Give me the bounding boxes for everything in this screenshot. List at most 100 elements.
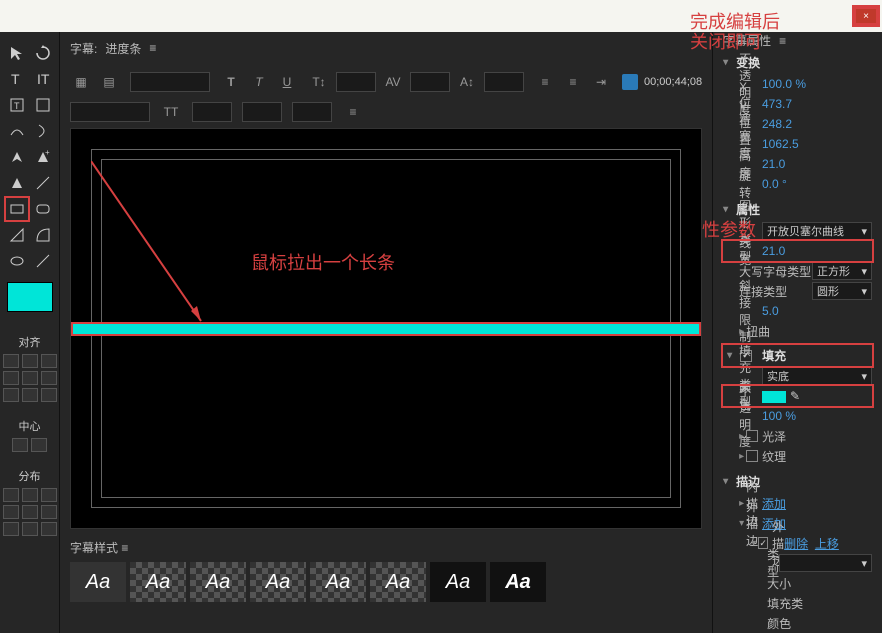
dist-btn[interactable] [22, 488, 38, 502]
rotate-tool[interactable] [32, 42, 54, 64]
align-left-btn[interactable]: ≡ [534, 71, 556, 93]
stroke-delete[interactable]: 删除 [784, 537, 808, 551]
add-anchor-tool[interactable]: + [32, 146, 54, 168]
style-thumb[interactable]: Aa [250, 562, 306, 602]
canvas-hint-text: 鼠标拉出一个长条 [251, 249, 395, 275]
style-thumb[interactable]: Aa [430, 562, 486, 602]
style-thumb[interactable]: Aa [490, 562, 546, 602]
drawn-rectangle-object[interactable] [71, 322, 701, 336]
path-text-tool[interactable] [6, 120, 28, 142]
distort-label[interactable]: 扭曲 [746, 323, 872, 340]
align-btn[interactable] [22, 354, 38, 368]
vertical-area-text-tool[interactable] [32, 94, 54, 116]
opacity-value[interactable]: 100.0 % [762, 77, 872, 91]
rotation-value[interactable]: 0.0 ° [762, 177, 872, 191]
x-pos-value[interactable]: 473.7 [762, 97, 872, 111]
styles-section: 字幕样式 ≡ Aa Aa Aa Aa Aa Aa Aa Aa [60, 533, 712, 633]
align-btn[interactable] [3, 354, 19, 368]
toolbox: T IT T + [0, 32, 60, 633]
area-text-tool[interactable]: T [6, 94, 28, 116]
close-button[interactable]: × [854, 7, 878, 25]
ellipse-tool[interactable] [6, 250, 28, 272]
font-style-select[interactable] [70, 102, 150, 122]
panel-menu-icon[interactable]: ≡ [779, 34, 786, 48]
wedge-tool[interactable] [6, 224, 28, 246]
align-btn[interactable] [22, 388, 38, 402]
tab-btn[interactable]: ⇥ [590, 71, 612, 93]
convert-anchor-tool[interactable] [32, 172, 54, 194]
dist-btn[interactable] [22, 522, 38, 536]
stroke-filltype-label: 填充类 [767, 595, 872, 612]
center-btn[interactable] [12, 438, 28, 452]
style-thumb[interactable]: Aa [130, 562, 186, 602]
vertical-text-tool[interactable]: IT [32, 68, 54, 90]
graphic-type-select[interactable]: 开放贝塞尔曲线▾ [762, 222, 872, 240]
line-width-value[interactable]: 21.0 [762, 244, 872, 258]
align-btn[interactable] [41, 354, 57, 368]
canvas[interactable]: 鼠标拉出一个长条 [70, 128, 702, 529]
align-btn[interactable] [41, 388, 57, 402]
dist-btn[interactable] [3, 522, 19, 536]
line-tool[interactable] [32, 250, 54, 272]
underline-btn[interactable]: U [276, 71, 298, 93]
dist-btn[interactable] [41, 505, 57, 519]
height-value[interactable]: 21.0 [762, 157, 872, 171]
italic-btn[interactable]: T [248, 71, 270, 93]
kerning-input[interactable] [410, 72, 450, 92]
caps-select[interactable]: 正方形▾ [812, 262, 872, 280]
delete-anchor-tool[interactable] [6, 172, 28, 194]
dist-btn[interactable] [41, 488, 57, 502]
width-value[interactable]: 1062.5 [762, 137, 872, 151]
style-thumb[interactable]: Aa [370, 562, 426, 602]
font-size-input[interactable] [336, 72, 376, 92]
fill-opacity-value[interactable]: 100 % [762, 409, 872, 423]
leading-input[interactable] [484, 72, 524, 92]
miter-value[interactable]: 5.0 [762, 304, 872, 318]
gloss-checkbox[interactable] [746, 430, 758, 442]
main-layout: T IT T + [0, 32, 882, 633]
inner-stroke-add[interactable]: 添加 [762, 495, 872, 512]
pen-tool[interactable] [6, 146, 28, 168]
font-family-select[interactable] [130, 72, 210, 92]
align-btn[interactable] [41, 371, 57, 385]
eyedropper-icon[interactable]: ✎ [790, 389, 800, 403]
style-thumb[interactable]: Aa [70, 562, 126, 602]
style-thumb[interactable]: Aa [310, 562, 366, 602]
fill-color-chip[interactable] [762, 391, 786, 403]
texture-label: 纹理 [762, 448, 872, 465]
text-tool[interactable]: T [6, 68, 28, 90]
stroke-moveup[interactable]: 上移 [815, 537, 839, 551]
arc-tool[interactable] [32, 224, 54, 246]
align-center-btn[interactable]: ≡ [562, 71, 584, 93]
panel-menu-icon[interactable]: ≡ [149, 41, 156, 55]
y-pos-value[interactable]: 248.2 [762, 117, 872, 131]
tracking-input[interactable] [192, 102, 232, 122]
timecode-icon[interactable] [622, 74, 638, 90]
center-btn[interactable] [31, 438, 47, 452]
roll-btn[interactable]: ▤ [98, 71, 120, 93]
dist-btn[interactable] [3, 488, 19, 502]
font-size-icon: T↕ [308, 71, 330, 93]
align-right-btn[interactable]: ≡ [342, 101, 364, 123]
texture-checkbox[interactable] [746, 450, 758, 462]
fill-type-select[interactable]: 实底▾ [762, 367, 872, 385]
align-btn[interactable] [22, 371, 38, 385]
dist-btn[interactable] [22, 505, 38, 519]
rectangle-tool[interactable] [6, 198, 28, 220]
align-btn[interactable] [3, 388, 19, 402]
baseline-input[interactable] [242, 102, 282, 122]
join-select[interactable]: 圆形▾ [812, 282, 872, 300]
style-thumb[interactable]: Aa [190, 562, 246, 602]
dist-btn[interactable] [3, 505, 19, 519]
selection-tool[interactable] [6, 42, 28, 64]
stroke-type-select[interactable]: ▾ [779, 554, 872, 572]
dist-btn[interactable] [41, 522, 57, 536]
rounded-rect-tool[interactable] [32, 198, 54, 220]
align-btn[interactable] [3, 371, 19, 385]
template-btn[interactable]: ▦ [70, 71, 92, 93]
slant-input[interactable] [292, 102, 332, 122]
vertical-path-text-tool[interactable] [32, 120, 54, 142]
color-swatch[interactable] [7, 282, 53, 312]
small-caps-btn[interactable]: TT [160, 101, 182, 123]
bold-btn[interactable]: T [220, 71, 242, 93]
